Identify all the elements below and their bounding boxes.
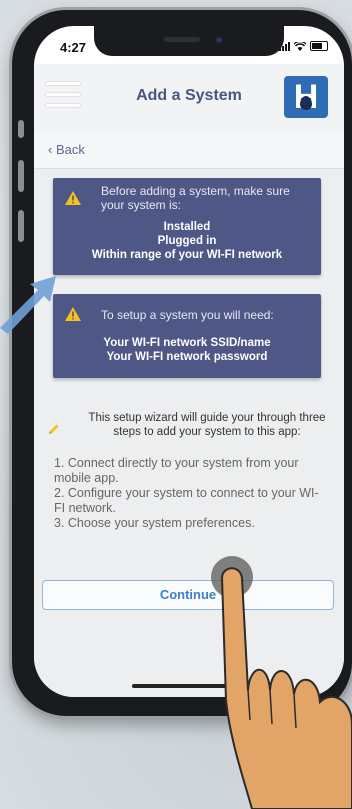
hand-pointer-icon	[220, 567, 352, 809]
